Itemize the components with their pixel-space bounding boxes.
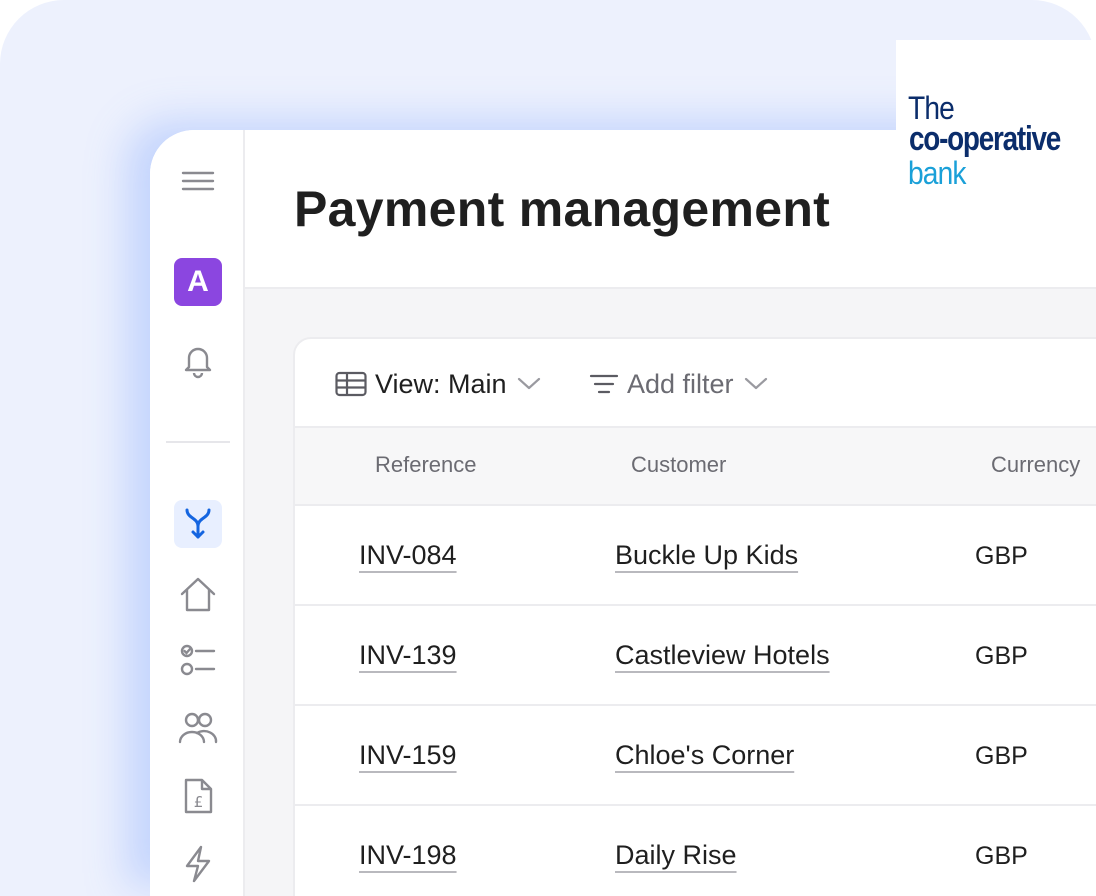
co-operative-bank-logo: The co-operative bank bbox=[896, 40, 1096, 191]
filter-icon bbox=[589, 374, 619, 394]
menu-icon[interactable] bbox=[174, 158, 222, 206]
view-selector-label: View: Main bbox=[375, 368, 507, 399]
table-header: Reference Customer Currency bbox=[295, 428, 1096, 506]
column-header-reference[interactable]: Reference bbox=[375, 452, 477, 478]
logo-line-bank: bank bbox=[908, 155, 966, 191]
merge-icon[interactable] bbox=[174, 500, 222, 548]
reference-link[interactable]: INV-198 bbox=[359, 840, 457, 871]
currency-cell: GBP bbox=[975, 542, 1028, 570]
customer-link[interactable]: Chloe's Corner bbox=[615, 740, 794, 771]
currency-cell: GBP bbox=[975, 642, 1028, 670]
svg-text:£: £ bbox=[194, 793, 204, 811]
table-row[interactable]: INV-084 Buckle Up Kids GBP bbox=[295, 506, 1096, 606]
customer-link[interactable]: Buckle Up Kids bbox=[615, 540, 798, 571]
reference-link[interactable]: INV-159 bbox=[359, 740, 457, 771]
currency-cell: GBP bbox=[975, 842, 1028, 870]
chevron-down-icon bbox=[744, 377, 767, 390]
add-filter-label: Add filter bbox=[627, 368, 734, 399]
view-selector[interactable]: View: Main bbox=[335, 367, 541, 401]
payments-card: View: Main Add filter Reference Customer… bbox=[293, 337, 1096, 896]
invoice-icon[interactable]: £ bbox=[174, 772, 222, 820]
logo-line-co-operative: co-operative bbox=[909, 120, 1061, 158]
home-icon[interactable] bbox=[174, 570, 222, 618]
customer-link[interactable]: Castleview Hotels bbox=[615, 640, 830, 671]
table-view-icon bbox=[335, 371, 367, 397]
chevron-down-icon bbox=[517, 377, 540, 390]
tasks-icon[interactable] bbox=[174, 636, 222, 684]
people-icon[interactable] bbox=[174, 704, 222, 752]
table-row[interactable]: INV-198 Daily Rise GBP bbox=[295, 806, 1096, 896]
sidebar-divider bbox=[166, 441, 230, 443]
app-window: A £ Payment management View: Main Add fi… bbox=[150, 130, 1096, 896]
sidebar: A £ bbox=[150, 130, 245, 896]
avatar[interactable]: A bbox=[174, 258, 222, 306]
currency-cell: GBP bbox=[975, 742, 1028, 770]
page-title: Payment management bbox=[294, 181, 831, 237]
reference-link[interactable]: INV-084 bbox=[359, 540, 457, 571]
column-header-customer[interactable]: Customer bbox=[631, 452, 726, 478]
table-row[interactable]: INV-159 Chloe's Corner GBP bbox=[295, 706, 1096, 806]
bolt-icon[interactable] bbox=[174, 840, 222, 888]
reference-link[interactable]: INV-139 bbox=[359, 640, 457, 671]
table-row[interactable]: INV-139 Castleview Hotels GBP bbox=[295, 606, 1096, 706]
column-header-currency[interactable]: Currency bbox=[991, 452, 1080, 478]
bell-icon[interactable] bbox=[174, 336, 222, 384]
add-filter-button[interactable]: Add filter bbox=[589, 367, 768, 401]
customer-link[interactable]: Daily Rise bbox=[615, 840, 737, 871]
table-toolbar: View: Main Add filter bbox=[295, 339, 1096, 428]
